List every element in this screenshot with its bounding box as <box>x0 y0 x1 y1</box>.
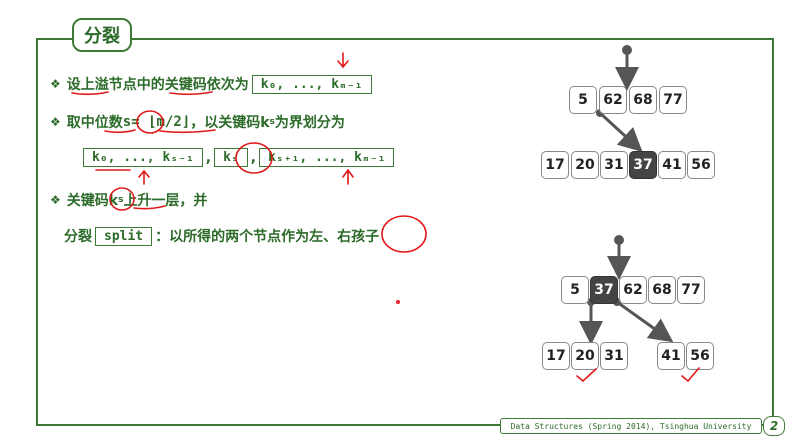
right-child-key: 56 <box>686 342 714 370</box>
bullet-line-3: ❖ 关键码k s 上升一层，并 <box>50 190 207 210</box>
bottom-parent-key: 77 <box>677 276 705 304</box>
bullet-icon: ❖ <box>50 77 61 91</box>
bullet-icon: ❖ <box>50 115 61 129</box>
line4-text-b: 上升一层，并 <box>123 193 208 209</box>
line2-text-c: 为界划分为 <box>274 115 345 131</box>
median-key-box: kₛ <box>214 148 248 167</box>
top-parent-key: 62 <box>599 86 627 114</box>
line4-text-a: 关键码k <box>66 193 119 209</box>
page-number: 2 <box>763 416 785 436</box>
comma: , <box>250 149 257 166</box>
line5-text-b: ：以所得的两个节点作为左、右孩子 <box>155 229 380 245</box>
partition-line: k₀, ..., kₛ₋₁ , kₛ , kₛ₊₁, ..., kₘ₋₁ <box>80 148 397 167</box>
split-code: split <box>95 226 153 246</box>
left-child-key: 20 <box>571 342 599 370</box>
line1-text: 设上溢节点中的关键码依次为 <box>66 77 249 93</box>
line5-text-a: 分裂 <box>64 229 92 245</box>
overflow-key: 20 <box>571 151 599 179</box>
comma: , <box>205 149 212 166</box>
overflow-key: 17 <box>541 151 569 179</box>
promoted-key: 37 <box>590 276 618 304</box>
split-line: 分裂 split ：以所得的两个节点作为左、右孩子 <box>64 226 379 246</box>
top-parent-key: 68 <box>629 86 657 114</box>
left-keys-box: k₀, ..., kₛ₋₁ <box>83 148 203 167</box>
bottom-parent-key: 62 <box>619 276 647 304</box>
median-s: s <box>122 114 132 130</box>
bottom-parent-key: 5 <box>561 276 589 304</box>
bullet-line-2: ❖ 取中位数 s = ⌊m/2⌋ ，以关键码k s 为界划分为 <box>50 112 345 132</box>
left-child-key: 17 <box>542 342 570 370</box>
slide-title: 分裂 <box>72 18 132 52</box>
top-parent-key: 77 <box>659 86 687 114</box>
line2-text-a: 取中位数 <box>66 115 123 131</box>
median-formula: = ⌊m/2⌋ <box>131 114 191 130</box>
footer-course: Data Structures (Spring 2014), Tsinghua … <box>500 418 762 434</box>
bullet-line-1: ❖ 设上溢节点中的关键码依次为 k₀, ..., kₘ₋₁ <box>50 74 375 94</box>
bullet-icon: ❖ <box>50 193 61 207</box>
line2-text-b: ，以关键码k <box>190 115 270 131</box>
right-keys-box: kₛ₊₁, ..., kₘ₋₁ <box>259 148 395 167</box>
overflow-key: 31 <box>600 151 628 179</box>
overflow-median-key: 37 <box>629 151 657 179</box>
right-child-key: 41 <box>657 342 685 370</box>
overflow-key: 41 <box>658 151 686 179</box>
left-child-key: 31 <box>600 342 628 370</box>
overflow-key: 56 <box>687 151 715 179</box>
top-parent-key: 5 <box>569 86 597 114</box>
bottom-parent-key: 68 <box>648 276 676 304</box>
keys-box: k₀, ..., kₘ₋₁ <box>251 74 372 94</box>
